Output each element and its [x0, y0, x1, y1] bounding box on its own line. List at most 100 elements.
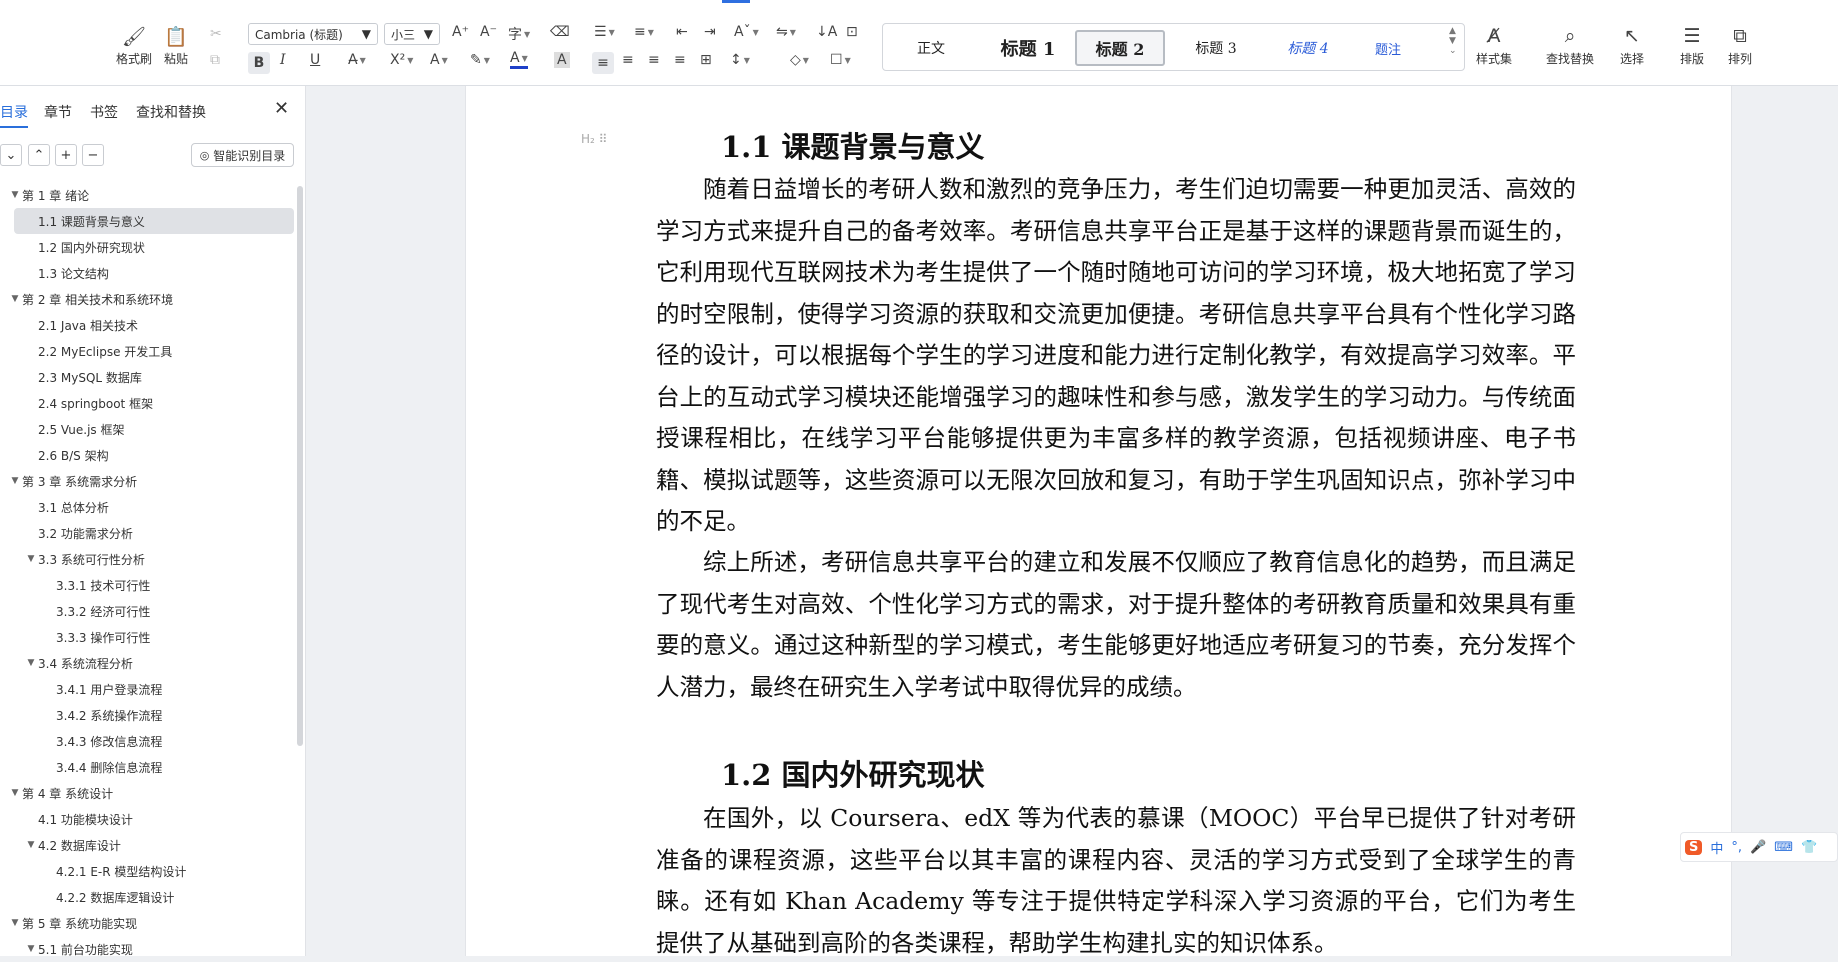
toc-item[interactable]: ▼ 第 4 章 系统设计 [0, 780, 300, 806]
toc-item[interactable]: 4.2.1 E-R 模型结构设计 [0, 858, 300, 884]
ime-toolbar[interactable]: S 中 °, 🎤 ⌨ 👕 [1680, 832, 1838, 862]
toc-item[interactable]: 1.3 论文结构 [0, 260, 300, 286]
justify-icon[interactable]: ≡ [674, 52, 686, 68]
scrollbar[interactable] [297, 186, 303, 746]
font-color-icon[interactable]: A ▼ [510, 50, 528, 69]
smart-toc-button[interactable]: ◎ 智能识别目录 [191, 143, 294, 167]
italic-button[interactable]: I [280, 52, 286, 68]
close-icon[interactable]: ✕ [274, 98, 289, 119]
style-heading-4[interactable]: 标题 4 [1263, 30, 1353, 66]
style-heading-3[interactable]: 标题 3 [1171, 30, 1261, 66]
style-caption[interactable]: 题注 [1353, 30, 1423, 66]
toc-item[interactable]: 1.2 国内外研究现状 [0, 234, 300, 260]
toggle-icon[interactable]: ▼ [8, 476, 22, 486]
tab-bookmarks[interactable]: 书签 [90, 102, 118, 122]
toc-item[interactable]: ▼ 第 5 章 系统功能实现 [0, 910, 300, 936]
style-heading-1[interactable]: 标题 1 [983, 30, 1073, 66]
underline-button[interactable]: U [310, 52, 320, 68]
toggle-icon[interactable]: ▼ [8, 918, 22, 928]
text-direction-icon[interactable]: ⇋ ▼ [776, 24, 796, 40]
char-shading-button[interactable]: A [554, 52, 570, 68]
toc-item[interactable]: ▼ 第 2 章 相关技术和系统环境 [0, 286, 300, 312]
sort-icon[interactable]: ↓A [816, 24, 837, 40]
font-size-select[interactable]: 小三 ▼ [384, 23, 440, 45]
toc-item[interactable]: ▼ 3.3 系统可行性分析 [0, 546, 300, 572]
align-right-icon[interactable]: ≡ [648, 52, 660, 68]
font-name-select[interactable]: Cambria (标题) ▼ [248, 23, 378, 45]
tab-chapters[interactable]: 章节 [44, 102, 72, 122]
toc-item[interactable]: 3.4.2 系统操作流程 [0, 702, 300, 728]
toc-item[interactable]: 4.2.2 数据库逻辑设计 [0, 884, 300, 910]
toc-item[interactable]: 1.1 课题背景与意义 [14, 208, 294, 234]
tab-find-replace[interactable]: 查找和替换 [136, 102, 206, 122]
border-icon[interactable]: ☐ ▼ [830, 52, 851, 68]
toc-item[interactable]: 3.3.1 技术可行性 [0, 572, 300, 598]
toc-item[interactable]: 3.4.4 删除信息流程 [0, 754, 300, 780]
toggle-icon[interactable]: ▼ [8, 190, 22, 200]
style-heading-2[interactable]: 标题 2 [1075, 30, 1165, 66]
show-marks-icon[interactable]: ⊡ [846, 24, 858, 40]
expand-button[interactable]: ⌃ [28, 144, 50, 166]
collapse-button[interactable]: ⌄ [0, 144, 22, 166]
numbered-list-icon[interactable]: ≡ ▼ [634, 24, 654, 40]
align-left-icon[interactable]: ≡ [592, 52, 614, 74]
toc-item[interactable]: ▼ 第 1 章 绪论 [0, 182, 300, 208]
style-set-button[interactable]: A̸ 样式集 [1476, 22, 1512, 67]
toc-item[interactable]: 3.4.1 用户登录流程 [0, 676, 300, 702]
increase-indent-icon[interactable]: ⇥ [704, 24, 716, 40]
text-effect-icon[interactable]: A ▼ [430, 52, 448, 68]
gallery-scroll-icon[interactable]: ▲ ▼ ⌄ [1449, 26, 1457, 56]
find-replace-button[interactable]: ⌕ 查找替换 [1546, 22, 1594, 67]
toc-item[interactable]: ▼ 4.2 数据库设计 [0, 832, 300, 858]
layout-button[interactable]: ☰ 排版 [1680, 22, 1704, 67]
paragraph-spacing-icon[interactable]: ↕ ▼ [730, 52, 750, 68]
toc-item[interactable]: 2.5 Vue.js 框架 [0, 416, 300, 442]
style-body[interactable]: 正文 [901, 30, 961, 66]
toc-item[interactable]: 3.3.2 经济可行性 [0, 598, 300, 624]
toc-item[interactable]: 3.4.3 修改信息流程 [0, 728, 300, 754]
heading-level-marker[interactable]: H₂ ⠿ [581, 132, 607, 146]
toggle-icon[interactable]: ▼ [8, 294, 22, 304]
toc-item[interactable]: 2.1 Java 相关技术 [0, 312, 300, 338]
bold-button[interactable]: B [248, 52, 270, 74]
select-button[interactable]: ↖ 选择 [1620, 22, 1644, 67]
toc-item[interactable]: 3.2 功能需求分析 [0, 520, 300, 546]
add-heading-button[interactable]: + [55, 144, 77, 166]
phonetic-icon[interactable]: 字 ▼ [508, 24, 530, 44]
toc-item[interactable]: ▼ 第 3 章 系统需求分析 [0, 468, 300, 494]
eraser-icon[interactable]: ⌫ [550, 24, 570, 40]
arrange-button[interactable]: ⧉ 排列 [1728, 22, 1752, 67]
toc-item[interactable]: 4.1 功能模块设计 [0, 806, 300, 832]
toggle-icon[interactable]: ▼ [24, 944, 38, 954]
toc-item-label: 2.3 MySQL 数据库 [38, 370, 142, 385]
tab-toc[interactable]: 目录 [0, 102, 28, 128]
remove-heading-button[interactable]: − [82, 144, 104, 166]
toc-item[interactable]: 3.1 总体分析 [0, 494, 300, 520]
paste-button[interactable]: 📋 粘贴 [164, 22, 188, 67]
bullet-list-icon[interactable]: ☰ ▼ [594, 24, 615, 40]
align-center-icon[interactable]: ≡ [622, 52, 634, 68]
grow-font-icon[interactable]: A⁺ [452, 24, 469, 40]
toc-item[interactable]: 3.3.3 操作可行性 [0, 624, 300, 650]
toggle-icon[interactable]: ▼ [24, 840, 38, 850]
line-spacing-icon[interactable]: Aˇ ▼ [734, 24, 759, 40]
shrink-font-icon[interactable]: A⁻ [480, 24, 497, 40]
shading-icon[interactable]: ◇ ▼ [790, 52, 809, 68]
toc-item[interactable]: 2.3 MySQL 数据库 [0, 364, 300, 390]
toggle-icon[interactable]: ▼ [24, 554, 38, 564]
format-painter-button[interactable]: 🖌 格式刷 [116, 22, 152, 67]
toc-item[interactable]: ▼ 5.1 前台功能实现 [0, 936, 300, 962]
decrease-indent-icon[interactable]: ⇤ [676, 24, 688, 40]
toc-item[interactable]: 2.4 springboot 框架 [0, 390, 300, 416]
toc-item[interactable]: 2.6 B/S 架构 [0, 442, 300, 468]
distribute-icon[interactable]: ⊞ [700, 52, 712, 68]
toggle-icon[interactable]: ▼ [24, 658, 38, 668]
superscript-icon[interactable]: X² ▼ [390, 52, 413, 68]
strikethrough-icon[interactable]: A̶ ▼ [348, 52, 366, 68]
cut-icon[interactable]: ✂ [210, 26, 222, 42]
toc-item[interactable]: ▼ 3.4 系统流程分析 [0, 650, 300, 676]
toc-item[interactable]: 2.2 MyEclipse 开发工具 [0, 338, 300, 364]
toggle-icon[interactable]: ▼ [8, 788, 22, 798]
highlight-icon[interactable]: ✎ ▼ [470, 52, 490, 68]
copy-icon[interactable]: ⧉ [210, 52, 220, 68]
